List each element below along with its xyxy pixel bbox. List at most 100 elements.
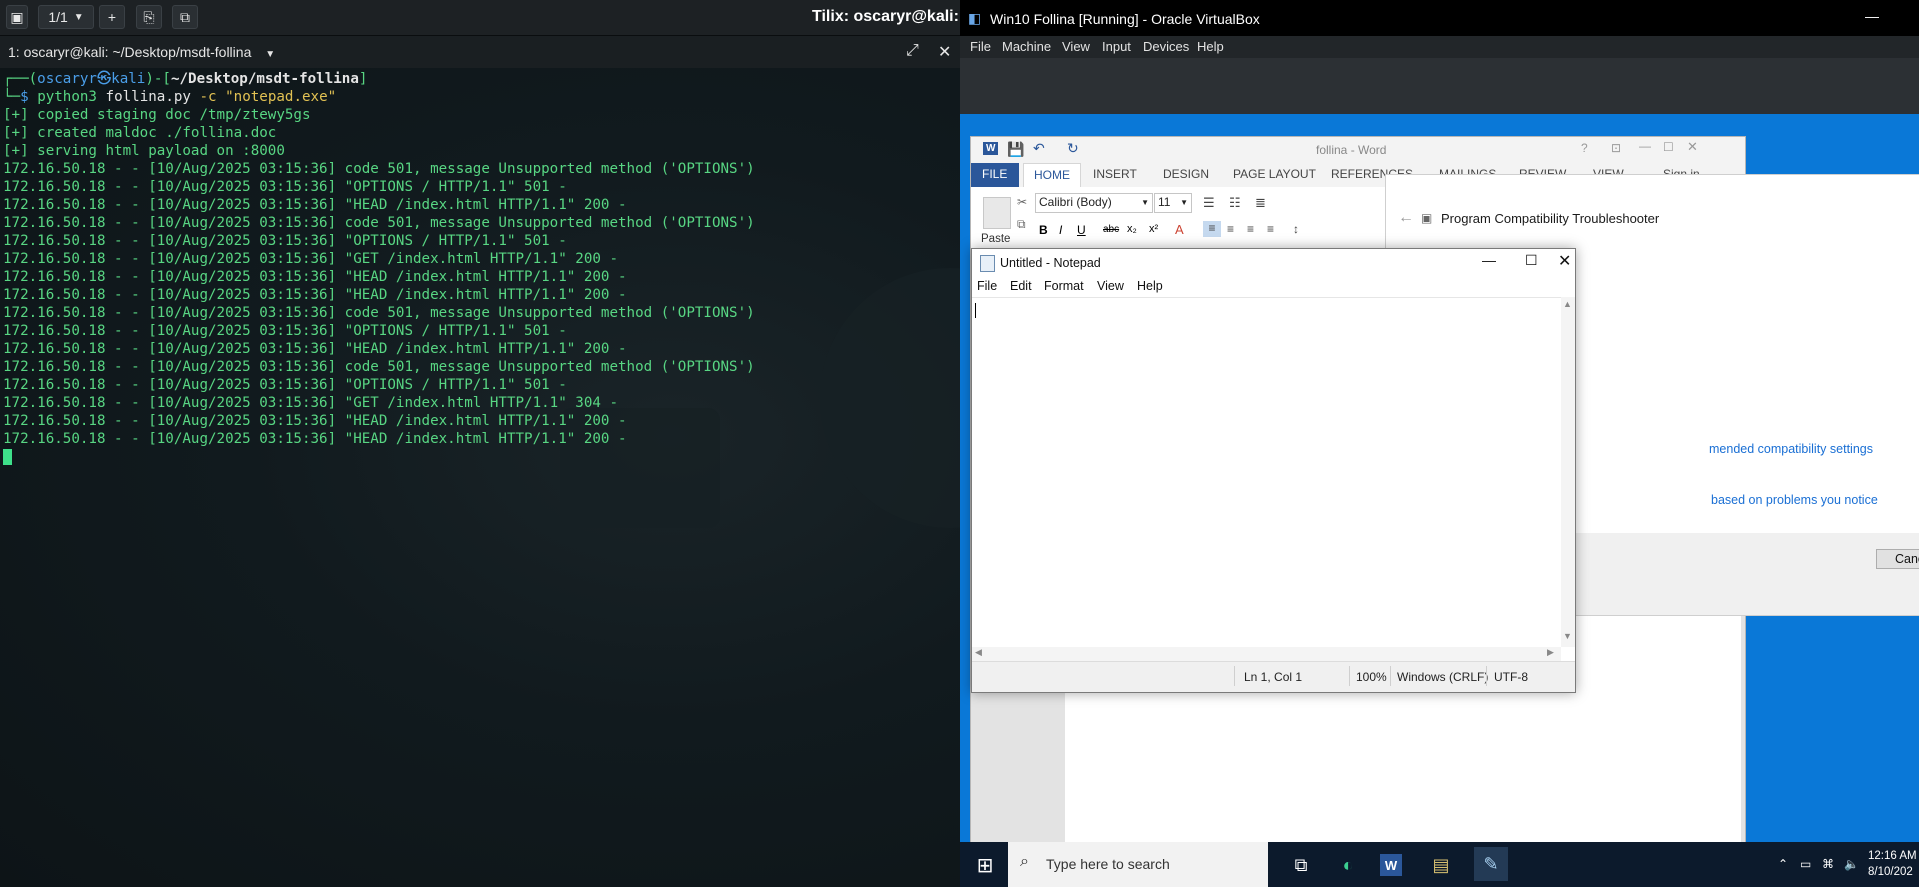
word-titlebar: W 💾 ↶ ↻ follina - Word ? ⊡ — ☐ ✕ — [971, 137, 1745, 163]
cancel-button[interactable]: Canc — [1876, 549, 1919, 569]
paste-label[interactable]: Paste — [981, 233, 1010, 245]
terminal-output-line: 172.16.50.18 - - [10/Aug/2025 03:15:36] … — [3, 305, 755, 321]
copy-icon[interactable]: ⧉ — [1017, 217, 1026, 232]
session-switcher-button[interactable]: 1/1 ▼ — [38, 5, 94, 29]
windows-start-icon[interactable]: ⊞ — [970, 850, 1000, 880]
italic-icon[interactable]: I — [1059, 223, 1062, 237]
network-icon[interactable]: ⌘ — [1822, 857, 1834, 871]
maximize-icon[interactable]: ☐ — [1525, 252, 1538, 269]
battery-icon[interactable]: ▭ — [1800, 857, 1811, 871]
command-script: follina.py — [105, 89, 191, 105]
scroll-right-icon[interactable]: ▶ — [1547, 647, 1554, 658]
search-icon: ⌕ — [1020, 853, 1029, 870]
vertical-scrollbar[interactable]: ▲ ▼ — [1561, 297, 1575, 647]
volume-icon[interactable]: 🔈 — [1844, 857, 1859, 871]
maximize-terminal-icon[interactable]: ⤢ — [906, 42, 919, 60]
justify-icon[interactable]: ≡ — [1267, 222, 1274, 236]
taskbar-search-box[interactable]: ⌕ Type here to search — [1008, 842, 1268, 887]
terminal-output-line: 172.16.50.18 - - [10/Aug/2025 03:15:36] … — [3, 179, 567, 195]
terminal-area[interactable]: ┌──(oscaryr㉿kali)-[~/Desktop/msdt-follin… — [0, 68, 960, 887]
task-view-icon[interactable]: ⧉ — [1286, 850, 1316, 880]
word-taskbar-icon[interactable]: W — [1380, 854, 1402, 876]
command: python3 — [37, 89, 97, 105]
close-terminal-icon[interactable]: ✕ — [938, 42, 951, 62]
add-session-button[interactable]: + — [99, 5, 125, 29]
scroll-up-icon[interactable]: ▲ — [1563, 299, 1572, 309]
ribbon-display-icon[interactable]: ⊡ — [1611, 141, 1621, 155]
notepad-statusbar: Ln 1, Col 1 100% Windows (CRLF) UTF-8 — [972, 661, 1575, 692]
strikethrough-icon[interactable]: abc — [1103, 224, 1119, 235]
close-icon[interactable]: ✕ — [1687, 139, 1698, 155]
paste-icon[interactable] — [983, 197, 1011, 229]
menu-format[interactable]: Format — [1044, 279, 1084, 293]
terminal-output-line: 172.16.50.18 - - [10/Aug/2025 03:15:36] … — [3, 377, 567, 393]
multilevel-list-icon[interactable]: ≣ — [1255, 195, 1266, 211]
minimize-icon[interactable]: — — [1482, 252, 1496, 268]
sidebar-toggle-button[interactable]: ▣ — [6, 5, 28, 29]
align-center-icon[interactable]: ≡ — [1227, 222, 1234, 236]
terminal-title[interactable]: 1: oscaryr@kali: ~/Desktop/msdt-follina … — [8, 44, 275, 60]
subscript-icon[interactable]: x₂ — [1127, 223, 1137, 235]
troubleshoot-program-link[interactable]: based on problems you notice — [1711, 493, 1878, 507]
tab-insert[interactable]: INSERT — [1093, 167, 1137, 181]
back-arrow-icon[interactable]: ← — [1398, 209, 1414, 227]
font-name-select[interactable]: Calibri (Body) ▼ — [1035, 193, 1153, 213]
menu-machine[interactable]: Machine — [1002, 39, 1051, 54]
superscript-icon[interactable]: x² — [1149, 223, 1158, 235]
edge-icon[interactable]: ◐ — [1333, 850, 1363, 880]
scroll-down-icon[interactable]: ▼ — [1563, 631, 1572, 641]
menu-view[interactable]: View — [1062, 39, 1090, 54]
terminal-output-line: 172.16.50.18 - - [10/Aug/2025 03:15:36] … — [3, 233, 567, 249]
horizontal-scrollbar[interactable]: ◀ ▶ — [972, 647, 1561, 661]
align-left-icon[interactable]: ≡ — [1203, 221, 1221, 237]
tab-file[interactable]: FILE — [971, 163, 1019, 187]
redo-icon[interactable]: ↻ — [1067, 140, 1079, 157]
menu-help[interactable]: Help — [1197, 39, 1224, 54]
sync-input-button[interactable]: ⧉ — [172, 5, 198, 29]
undo-icon[interactable]: ↶ — [1033, 140, 1045, 157]
minimize-icon[interactable]: — — [1639, 139, 1651, 153]
line-spacing-icon[interactable]: ↕ — [1293, 222, 1299, 236]
close-icon[interactable]: ✕ — [1558, 251, 1571, 271]
minimize-icon[interactable]: — — [1865, 8, 1879, 24]
menu-devices[interactable]: Devices — [1143, 39, 1189, 54]
align-right-icon[interactable]: ≡ — [1247, 222, 1254, 236]
clear-format-icon[interactable]: A — [1175, 222, 1184, 237]
add-terminal-button[interactable]: ⎘ — [136, 5, 162, 29]
menu-input[interactable]: Input — [1102, 39, 1131, 54]
notepad-taskbar-icon[interactable]: ✎ — [1474, 847, 1508, 881]
numbering-icon[interactable]: ☷ — [1229, 195, 1241, 211]
cut-icon[interactable]: ✂ — [1017, 195, 1027, 209]
command-args: -c "notepad.exe" — [199, 89, 337, 105]
vm-screen[interactable]: W 💾 ↶ ↻ follina - Word ? ⊡ — ☐ ✕ FILE HO… — [960, 114, 1919, 842]
plus-icon: + — [107, 9, 117, 25]
file-explorer-icon[interactable]: ▤ — [1426, 850, 1456, 880]
bold-icon[interactable]: B — [1039, 223, 1048, 237]
tab-page-layout[interactable]: PAGE LAYOUT — [1233, 167, 1316, 181]
virtualbox-icon: ◧ — [968, 10, 982, 26]
scroll-left-icon[interactable]: ◀ — [975, 647, 982, 658]
menu-file[interactable]: File — [977, 279, 997, 293]
clock-time: 12:16 AM — [1868, 850, 1917, 862]
menu-file[interactable]: File — [970, 39, 991, 54]
prompt-user: oscaryr — [37, 71, 97, 87]
menu-edit[interactable]: Edit — [1010, 279, 1032, 293]
tab-design[interactable]: DESIGN — [1163, 167, 1209, 181]
menu-view[interactable]: View — [1097, 279, 1124, 293]
divider — [1234, 666, 1235, 686]
maximize-icon[interactable]: ☐ — [1663, 140, 1674, 154]
font-size-select[interactable]: 11 ▼ — [1154, 193, 1192, 213]
tab-home[interactable]: HOME — [1023, 163, 1081, 187]
help-icon[interactable]: ? — [1581, 141, 1588, 155]
recommended-settings-link[interactable]: mended compatibility settings — [1709, 442, 1873, 456]
notepad-text-area[interactable] — [972, 297, 1575, 648]
menu-help[interactable]: Help — [1137, 279, 1163, 293]
terminal-output-line: 172.16.50.18 - - [10/Aug/2025 03:15:36] … — [3, 251, 618, 267]
chevron-up-icon[interactable]: ⌃ — [1778, 857, 1788, 871]
bullets-icon[interactable]: ☰ — [1203, 195, 1215, 211]
save-icon[interactable]: 💾 — [1007, 141, 1024, 158]
underline-icon[interactable]: U — [1077, 223, 1086, 237]
system-clock[interactable]: 12:16 AM 8/10/202 — [1868, 848, 1917, 880]
terminal-output-line: [+] serving html payload on :8000 — [3, 143, 285, 159]
chevron-down-icon: ▼ — [1141, 198, 1149, 207]
